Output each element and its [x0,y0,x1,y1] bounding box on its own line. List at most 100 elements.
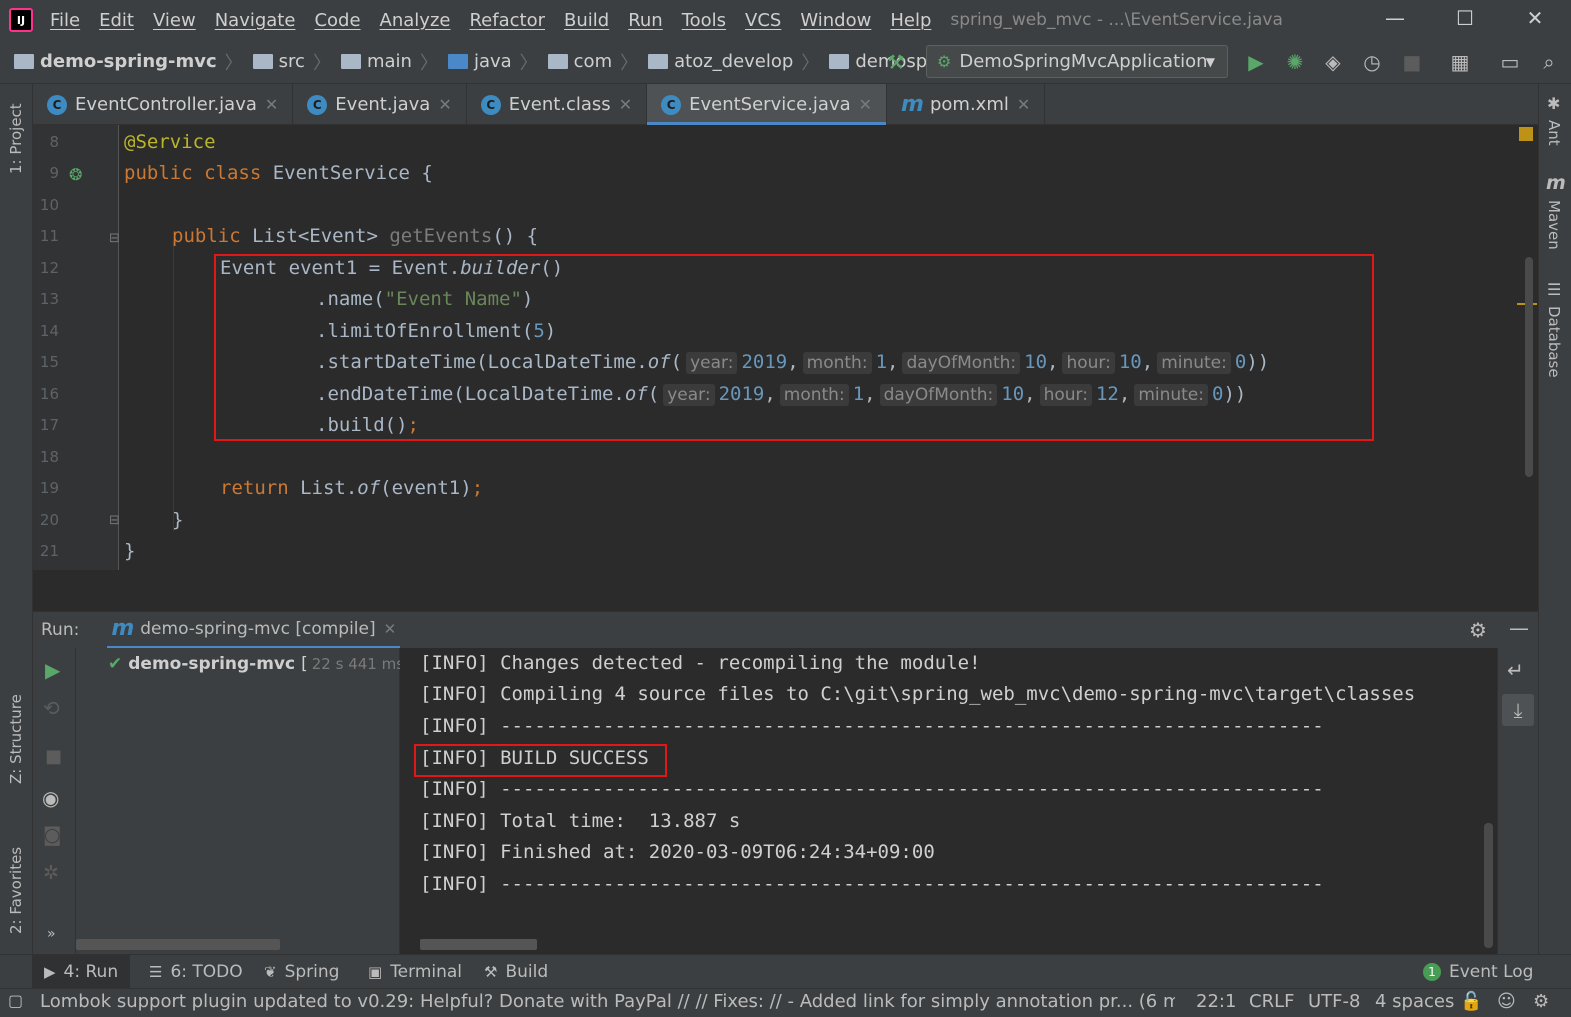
tab-eventcontroller-java[interactable]: C EventController.java ✕ [33,84,294,125]
menu-view[interactable]: View [153,10,196,31]
run-icon[interactable]: ▶ [1244,50,1268,74]
minimize-button[interactable]: — [1375,6,1415,34]
camera-icon[interactable]: ◙ [43,824,61,846]
rerun-failed-icon[interactable]: ⟲ [43,696,60,720]
menu-file[interactable]: File [50,10,80,31]
indent-setting[interactable]: 4 spaces [1375,991,1454,1012]
maven-icon: m [901,92,924,117]
menu-analyze[interactable]: Analyze [380,10,451,31]
rerun-icon[interactable]: ▶ [45,658,60,682]
favorites-tool-button[interactable]: 2: Favorites [7,847,25,934]
stop-icon[interactable]: ■ [45,746,62,767]
breadcrumb-project[interactable]: demo-spring-mvc 〉 [14,49,243,75]
menu-refactor[interactable]: Refactor [469,10,545,31]
close-tab-icon[interactable]: ✕ [438,95,451,114]
tab-eventservice-java[interactable]: C EventService.java ✕ [647,84,888,126]
profile-icon[interactable]: ◷ [1360,50,1384,74]
stop-icon[interactable]: ■ [1400,50,1424,74]
menu-help[interactable]: Help [890,10,931,31]
file-encoding[interactable]: UTF-8 [1308,991,1360,1012]
tree-item-demo-spring-mvc[interactable]: ✔ demo-spring-mvc [ 22 s 441 ms [108,654,404,674]
scroll-to-end-icon[interactable]: ⤓ [1502,694,1534,726]
run-icon: ▶ [44,963,56,981]
toggle-tool-windows-icon[interactable]: ▢ [8,991,23,1010]
structure-tool-button[interactable]: Z: Structure [7,694,25,784]
close-tab-icon[interactable]: ✕ [619,95,632,114]
close-tab-icon[interactable]: ✕ [384,620,397,638]
soft-wrap-icon[interactable]: ↵ [1507,658,1524,682]
maven-icon: m [1546,172,1566,194]
caret-position[interactable]: 22:1 [1196,991,1236,1012]
maven-tool-button[interactable]: Maven [1545,200,1563,250]
menu-navigate[interactable]: Navigate [215,10,296,31]
project-tool-button[interactable]: 1: Project [7,103,25,174]
hide-panel-icon[interactable]: — [1509,616,1529,640]
menu-code[interactable]: Code [314,10,360,31]
fold-icon[interactable]: ⊟ [109,231,120,246]
tool-button-label: Terminal [390,962,463,982]
spring-bean-gutter-icon[interactable]: ❂ [69,165,82,184]
build-tool-button[interactable]: ⚒ Build [484,955,548,989]
project-structure-icon[interactable]: ▦ [1448,50,1472,74]
presentation-icon[interactable]: ▭ [1498,50,1522,74]
console-line: [INFO] ---------------------------------… [420,778,1324,800]
run-configuration-dropdown[interactable]: ⚙ DemoSpringMvcApplication ▼ [926,45,1228,78]
ant-tool-button[interactable]: Ant [1545,120,1563,146]
code-editor[interactable]: ❂ ⊟ ⊟ 8 9 10 11 12 13 14 15 16 17 18 19 … [33,125,1538,570]
intellij-logo-icon[interactable]: IJ [9,8,33,32]
settings-icon[interactable]: ✲ [43,862,59,884]
menu-vcs[interactable]: VCS [745,10,781,31]
check-icon: ✔ [108,654,123,674]
hammer-icon[interactable]: ⚒ [884,50,908,74]
maximize-button[interactable]: ☐ [1445,6,1485,34]
warning-marker-icon[interactable] [1519,127,1533,141]
console-line: [INFO] Finished at: 2020-03-09T06:24:34+… [420,841,935,863]
console-output[interactable]: [INFO] Changes detected - recompiling th… [400,648,1497,954]
debug-icon[interactable]: ✺ [1283,50,1307,74]
console-horizontal-scrollbar[interactable] [420,939,537,950]
breadcrumb-java[interactable]: java 〉 [447,49,538,75]
code-line: } [124,536,135,567]
editor-scrollbar[interactable] [1525,257,1533,477]
status-message[interactable]: Lombok support plugin updated to v0.29: … [40,991,1175,1012]
event-log-tool-button[interactable]: 1 Event Log [1423,955,1533,989]
tab-event-class[interactable]: C Event.class ✕ [467,84,648,125]
chevron-right-icon: 〉 [620,52,639,74]
menu-run[interactable]: Run [628,10,663,31]
menu-build[interactable]: Build [564,10,609,31]
console-vertical-scrollbar[interactable] [1484,823,1493,948]
tree-horizontal-scrollbar[interactable] [76,939,280,950]
search-icon[interactable]: ⌕ [1537,50,1561,74]
run-tab[interactable]: m demo-spring-mvc [compile] ✕ [107,612,401,649]
todo-tool-button[interactable]: ☰ 6: TODO [149,955,243,989]
lock-icon[interactable]: 🔓 [1460,991,1482,1012]
menu-tools[interactable]: Tools [682,10,726,31]
close-tab-icon[interactable]: ✕ [265,95,278,114]
breadcrumb-com[interactable]: com 〉 [547,49,639,75]
memory-indicator-icon[interactable]: ⚙ [1533,991,1549,1012]
close-window-button[interactable]: ✕ [1515,6,1555,34]
coverage-icon[interactable]: ◈ [1321,50,1345,74]
inspector-icon[interactable]: ☺ [1497,991,1516,1012]
more-actions-icon[interactable]: » [47,926,56,942]
tab-event-java[interactable]: C Event.java ✕ [293,84,467,125]
spring-tool-button[interactable]: ❦ Spring [264,955,339,989]
menu-edit[interactable]: Edit [99,10,134,31]
terminal-tool-button[interactable]: ▣ Terminal [368,955,462,989]
code-line: public List<Event> getEvents() { [172,221,538,252]
run-tool-button[interactable]: ▶ 4: Run [32,955,131,989]
eye-icon[interactable]: ◉ [42,786,59,810]
gear-icon[interactable]: ⚙ [1469,618,1487,642]
close-tab-icon[interactable]: ✕ [859,95,872,114]
database-tool-button[interactable]: Database [1545,306,1563,378]
breadcrumb-main[interactable]: main 〉 [340,49,438,75]
breadcrumb-label: src [278,51,305,72]
line-separator[interactable]: CRLF [1249,991,1294,1012]
close-tab-icon[interactable]: ✕ [1017,95,1030,114]
breadcrumb-atoz-develop[interactable]: atoz_develop 〉 [648,49,819,75]
fold-icon[interactable]: ⊟ [109,513,120,528]
breadcrumb-src[interactable]: src 〉 [252,49,331,75]
tab-pom-xml[interactable]: m pom.xml ✕ [887,84,1046,125]
menu-window[interactable]: Window [800,10,871,31]
code-token: () { [492,225,539,247]
